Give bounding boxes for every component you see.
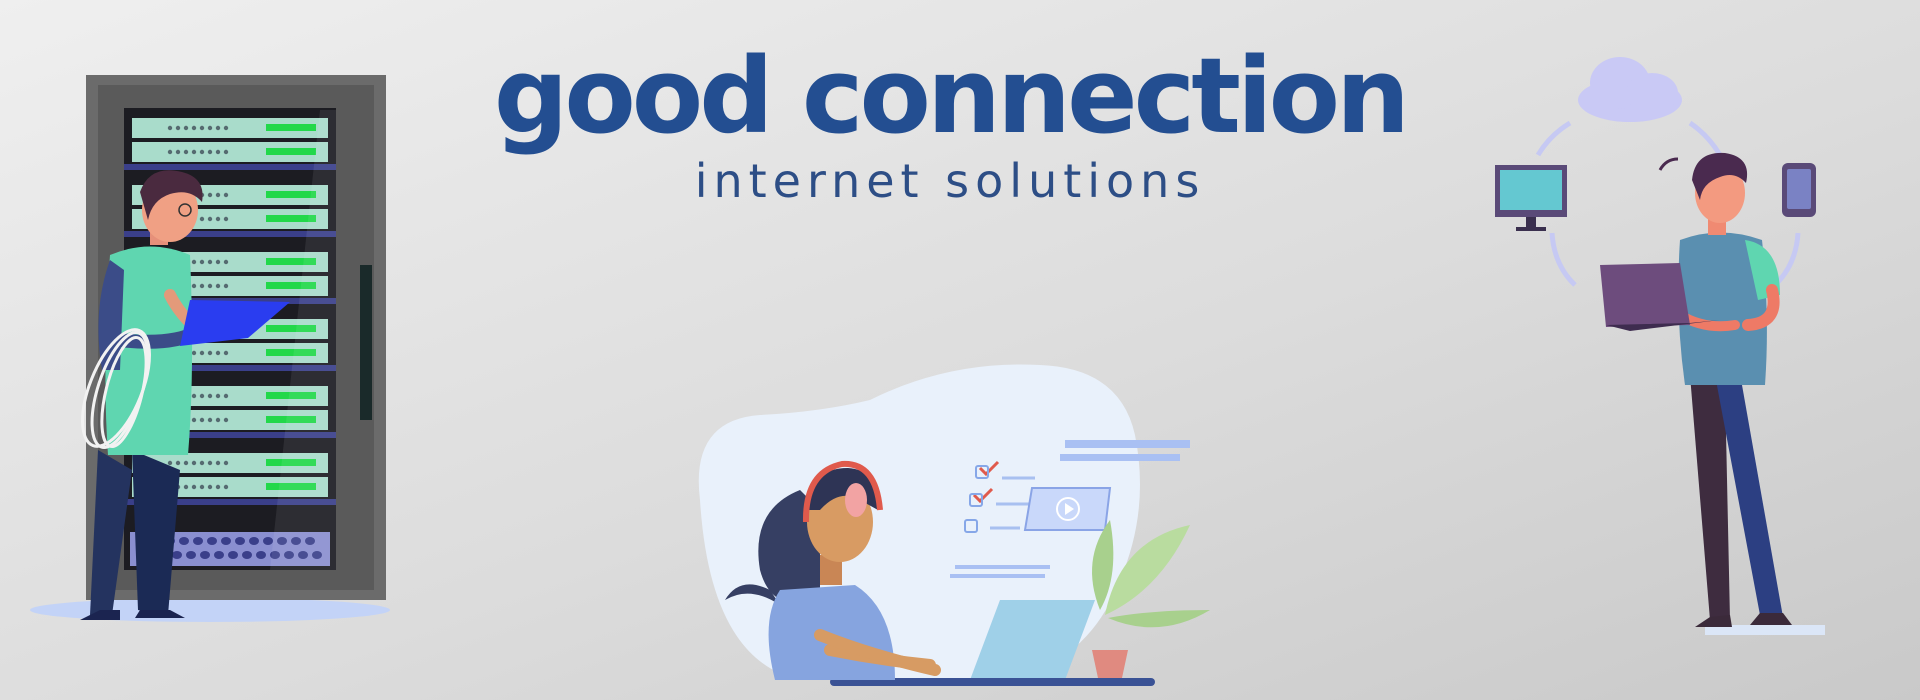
server-port — [191, 460, 197, 466]
server-port — [215, 417, 221, 423]
server-port — [175, 125, 181, 131]
server-port — [215, 216, 221, 222]
server-led — [266, 148, 316, 155]
server-port — [167, 149, 173, 155]
server-port — [207, 283, 213, 289]
server-port — [199, 283, 205, 289]
server-port — [199, 259, 205, 265]
vent-hole — [242, 551, 252, 559]
server-port — [207, 149, 213, 155]
server-port — [207, 484, 213, 490]
vent-hole — [207, 537, 217, 545]
rack-handle — [360, 265, 372, 420]
vent-hole — [200, 551, 210, 559]
server-port — [215, 393, 221, 399]
server-port — [215, 484, 221, 490]
server-port — [223, 125, 229, 131]
server-port — [215, 460, 221, 466]
server-port — [207, 125, 213, 131]
server-port — [191, 393, 197, 399]
server-port — [215, 259, 221, 265]
server-port — [207, 350, 213, 356]
cloud-icon — [1578, 57, 1682, 122]
server-port — [175, 460, 181, 466]
vent-hole — [172, 551, 182, 559]
server-port — [191, 350, 197, 356]
server-port — [223, 350, 229, 356]
desktop-monitor-icon — [1495, 165, 1567, 231]
server-port — [183, 460, 189, 466]
server-port — [207, 259, 213, 265]
server-port — [223, 149, 229, 155]
server-port — [215, 149, 221, 155]
server-port — [183, 484, 189, 490]
laptop-screen — [1600, 263, 1690, 327]
server-port — [199, 350, 205, 356]
rack-rail — [124, 164, 336, 170]
connected-devices-illustration — [1495, 57, 1825, 635]
server-port — [215, 125, 221, 131]
server-port — [207, 460, 213, 466]
smartphone-icon — [1782, 163, 1816, 217]
vent-hole — [263, 537, 273, 545]
server-port — [223, 460, 229, 466]
server-port — [199, 125, 205, 131]
video-player-icon — [1023, 487, 1112, 531]
man-figure — [1600, 152, 1825, 635]
server-led — [266, 191, 316, 198]
server-port — [167, 460, 173, 466]
server-port — [183, 149, 189, 155]
server-port — [167, 125, 173, 131]
server-port — [223, 192, 229, 198]
server-port — [191, 259, 197, 265]
server-port — [199, 460, 205, 466]
server-port — [199, 216, 205, 222]
server-port — [223, 259, 229, 265]
vent-hole — [256, 551, 266, 559]
server-port — [223, 417, 229, 423]
vent-hole — [214, 551, 224, 559]
server-port — [183, 125, 189, 131]
server-port — [215, 192, 221, 198]
potted-plant-icon — [1092, 520, 1210, 678]
vent-hole — [221, 537, 231, 545]
server-port — [223, 216, 229, 222]
server-port — [175, 149, 181, 155]
server-port — [223, 283, 229, 289]
vent-hole — [249, 537, 259, 545]
server-port — [199, 149, 205, 155]
server-led — [266, 124, 316, 131]
server-port — [191, 484, 197, 490]
server-port — [215, 350, 221, 356]
vent-hole — [186, 551, 196, 559]
server-port — [199, 484, 205, 490]
remote-worker-illustration — [698, 364, 1210, 686]
server-port — [207, 192, 213, 198]
vent-hole — [179, 537, 189, 545]
server-port — [191, 417, 197, 423]
server-port — [199, 393, 205, 399]
vent-hole — [228, 551, 238, 559]
server-port — [207, 417, 213, 423]
server-port — [207, 216, 213, 222]
server-port — [215, 283, 221, 289]
server-port — [191, 283, 197, 289]
vent-hole — [235, 537, 245, 545]
server-port — [223, 393, 229, 399]
server-port — [191, 149, 197, 155]
server-port — [199, 417, 205, 423]
server-port — [191, 125, 197, 131]
server-technician-illustration — [30, 75, 390, 622]
server-port — [223, 484, 229, 490]
vent-hole — [193, 537, 203, 545]
server-port — [207, 393, 213, 399]
